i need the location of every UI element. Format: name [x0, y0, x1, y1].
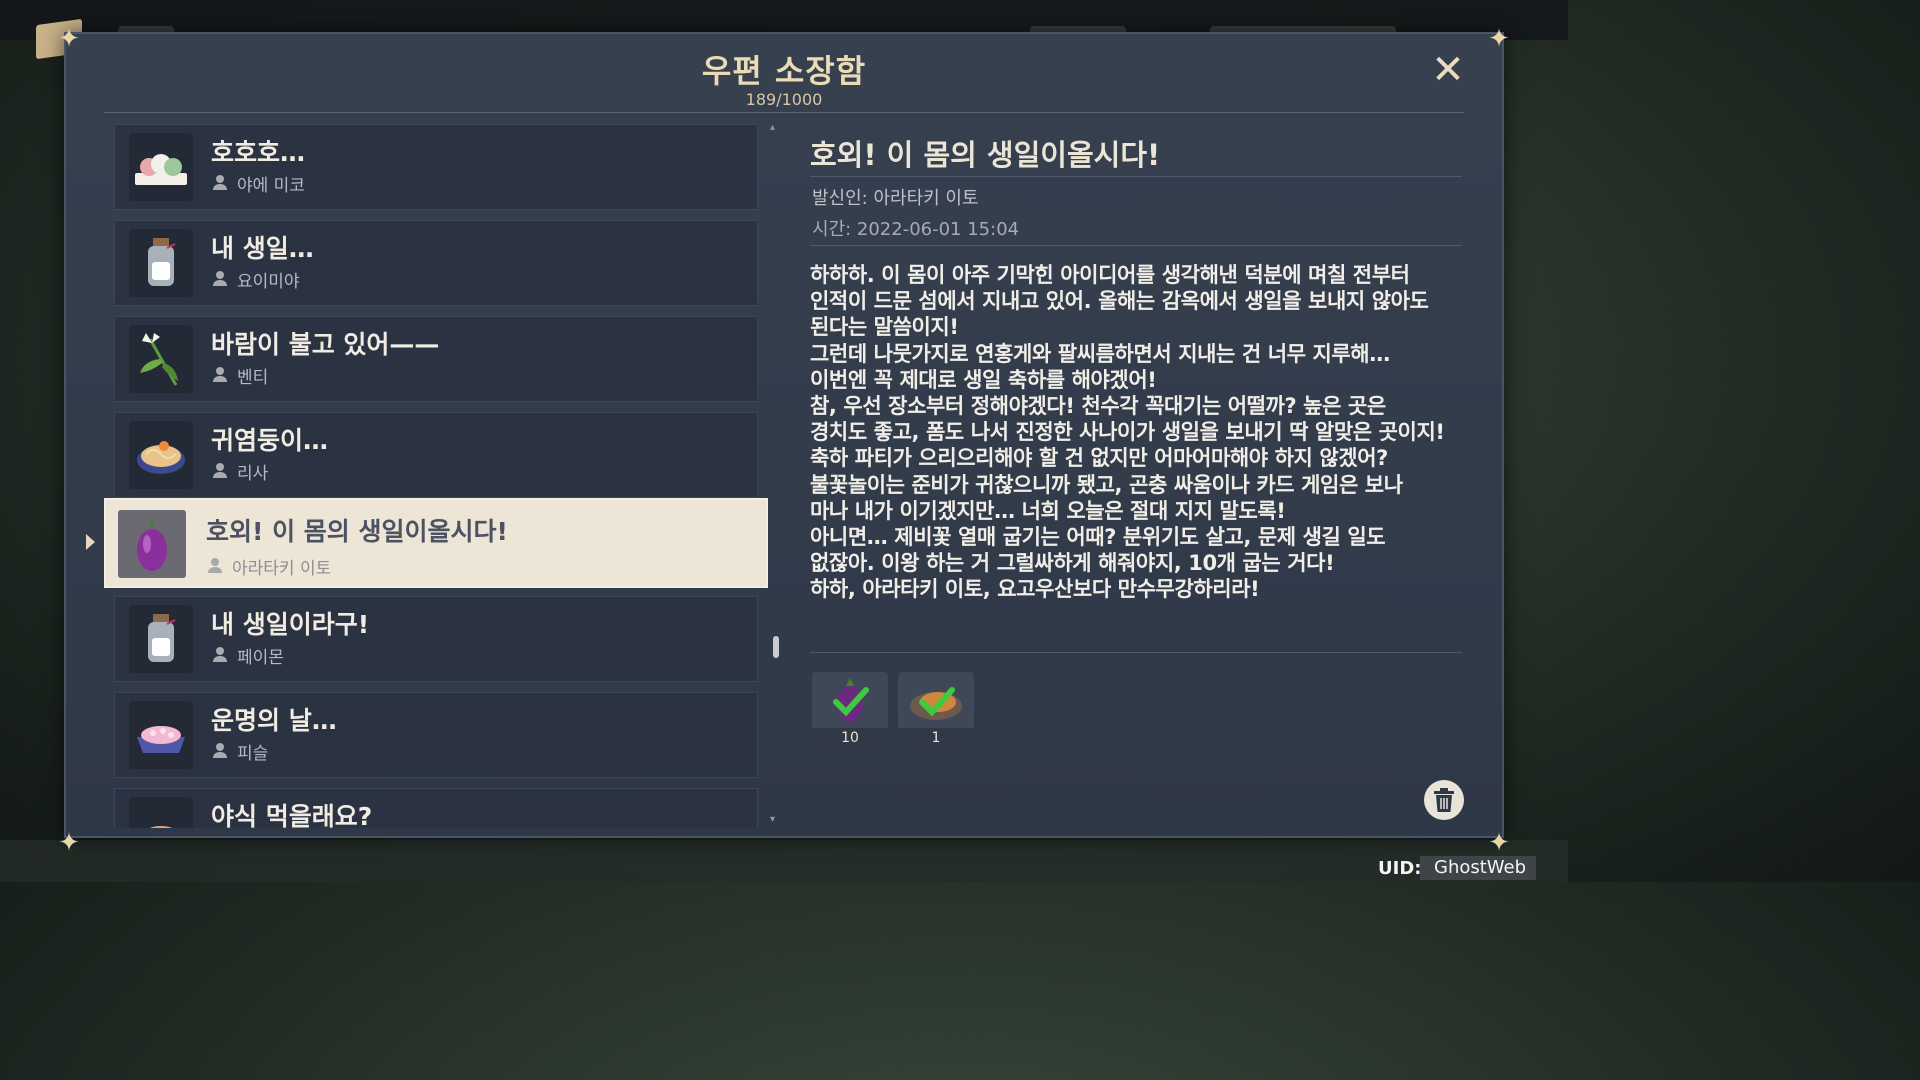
scroll-up-icon[interactable]: ▴	[770, 122, 775, 133]
cecilia-flower-icon	[129, 325, 193, 393]
page-title: 우편 소장함	[701, 52, 867, 90]
rewards-divider	[810, 652, 1462, 653]
eggplant-icon	[118, 510, 186, 578]
mail-detail-time: 시간: 2022-06-01 15:04	[812, 219, 1020, 240]
mail-list-item[interactable]: 호호호… 야에 미코	[114, 124, 758, 210]
mail-title: 내 생일…	[211, 234, 314, 263]
mail-title: 귀염둥이…	[211, 426, 329, 455]
mail-list-item[interactable]: 바람이 불고 있어—— 벤티	[114, 316, 758, 402]
mail-sender: 아라타키 이토	[232, 559, 332, 579]
mail-list[interactable]: 호호호… 야에 미코 내 생일… 요이미야 바람이 불고 있어—— 벤티 귀염둥…	[104, 122, 772, 828]
mail-title: 내 생일이라구!	[211, 610, 370, 639]
close-button[interactable]: ✕	[1428, 50, 1468, 90]
corner-ornament-icon: ✦	[1488, 828, 1510, 858]
mail-title: 호외! 이 몸의 생일이올시다!	[206, 517, 508, 546]
delete-button[interactable]	[1424, 780, 1464, 820]
mail-title: 운명의 날…	[211, 706, 337, 735]
jar-icon	[129, 605, 193, 673]
reward-count: 1	[898, 728, 974, 748]
close-icon: ✕	[1431, 47, 1465, 93]
eggplant-reward-icon	[833, 678, 869, 722]
dish-icon	[129, 797, 193, 828]
trash-icon	[1434, 788, 1454, 812]
detail-divider	[810, 245, 1462, 246]
cake-icon	[129, 701, 193, 769]
mail-title: 바람이 불고 있어——	[211, 330, 440, 359]
mail-detail-sender: 발신인: 아라타키 이토	[812, 188, 979, 209]
background-bottom-bar	[0, 840, 1568, 882]
jar-icon	[129, 229, 193, 297]
dango-icon	[129, 133, 193, 201]
mail-sender: 페이몬	[237, 648, 284, 668]
person-icon	[213, 463, 227, 478]
mail-list-item[interactable]: 내 생일이라구! 페이몬	[114, 596, 758, 682]
reward-item[interactable]: 1	[898, 672, 974, 748]
noodle-bowl-icon	[129, 421, 193, 489]
mail-count: 189/1000	[745, 90, 823, 109]
mail-list-item[interactable]: 야식 먹을래요?	[114, 788, 758, 828]
reward-count: 10	[812, 728, 888, 748]
reward-item[interactable]: 10	[812, 672, 888, 748]
mail-list-item-selected[interactable]: 호외! 이 몸의 생일이올시다! 아라타키 이토	[104, 498, 768, 588]
mail-detail-title: 호외! 이 몸의 생일이올시다!	[810, 138, 1161, 172]
mail-sender: 리사	[237, 464, 269, 484]
corner-ornament-icon: ✦	[58, 828, 80, 858]
person-icon	[213, 271, 227, 286]
mail-detail-body: 하하하. 이 몸이 아주 기막힌 아이디어를 생각해낸 덕분에 며칠 전부터 인…	[810, 263, 1445, 602]
mail-sender: 벤티	[237, 368, 269, 388]
grilled-dish-reward-icon	[910, 687, 962, 720]
uid-label: UID:	[1378, 858, 1422, 879]
person-icon	[208, 558, 222, 573]
mail-title: 호호호…	[211, 138, 306, 167]
mail-list-item[interactable]: 내 생일… 요이미야	[114, 220, 758, 306]
mail-list-item[interactable]: 귀염둥이… 리사	[114, 412, 758, 498]
mail-list-item[interactable]: 운명의 날… 피슬	[114, 692, 758, 778]
person-icon	[213, 367, 227, 382]
person-icon	[213, 175, 227, 190]
uid-value: GhostWeb	[1420, 856, 1536, 880]
person-icon	[213, 743, 227, 758]
mail-sender: 야에 미코	[237, 176, 305, 196]
mail-sender: 피슬	[237, 744, 269, 764]
person-icon	[213, 647, 227, 662]
mail-sender: 요이미야	[237, 272, 300, 292]
scrollbar-thumb[interactable]	[773, 636, 779, 658]
selection-arrow-icon	[86, 534, 95, 550]
detail-divider	[810, 176, 1462, 177]
mail-title: 야식 먹을래요?	[211, 802, 373, 828]
title-divider	[104, 112, 1464, 113]
scroll-down-icon[interactable]: ▾	[770, 814, 775, 825]
